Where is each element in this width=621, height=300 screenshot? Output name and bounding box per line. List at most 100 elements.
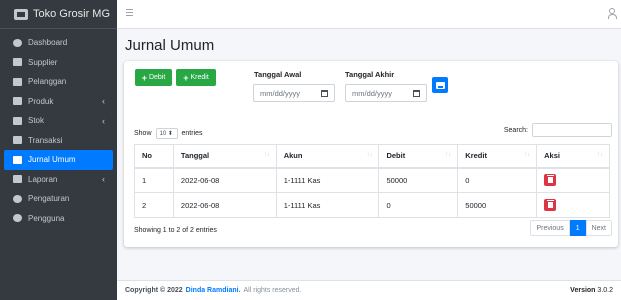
cell-kredit: 0 — [457, 167, 538, 193]
entries-value: 10 — [159, 130, 167, 137]
sidebar-item-label: Produk — [28, 96, 54, 106]
book-icon — [13, 155, 22, 164]
cell-debit: 50000 — [378, 167, 459, 193]
cog-icon — [13, 194, 22, 203]
journal-table: No Tanggal ↑↓ Akun ↑↓ Debit ↑↓ Kredit ↑↓ Aks… — [134, 144, 610, 218]
cell-aksi — [536, 192, 610, 218]
cell-debit: 0 — [378, 192, 459, 218]
delete-button[interactable] — [544, 174, 557, 187]
cell-tanggal: 2022-06-08 — [172, 192, 277, 218]
entries-label: entries — [181, 130, 203, 137]
add-kredit-button[interactable]: + Kredit — [176, 69, 216, 86]
sidebar-item-label: Pengaturan — [28, 194, 70, 204]
print-button[interactable] — [432, 77, 448, 93]
sidebar-nav: Dashboard Supplier Pelanggan Produk ‹ Sto… — [0, 29, 117, 228]
sidebar-item-pelanggan[interactable]: Pelanggan — [4, 72, 113, 92]
calendar-icon[interactable] — [413, 90, 420, 97]
cell-no: 2 — [134, 192, 174, 218]
table-info: Showing 1 to 2 of 2 entries — [134, 227, 217, 234]
user-icon[interactable] — [608, 8, 617, 19]
sidebar-item-supplier[interactable]: Supplier — [4, 53, 113, 73]
sidebar: Toko Grosir MG Dashboard Supplier Pelang… — [0, 0, 117, 300]
brand-link[interactable]: Toko Grosir MG — [0, 0, 117, 29]
users-icon — [13, 214, 22, 223]
plus-icon: + — [183, 72, 189, 83]
top-navbar — [117, 0, 621, 29]
search-label: Search: — [503, 126, 528, 134]
sort-icon: ↑↓ — [445, 152, 452, 158]
delete-button[interactable] — [544, 199, 557, 211]
file-icon — [13, 175, 22, 184]
sidebar-item-laporan[interactable]: Laporan ‹ — [4, 170, 113, 190]
add-debit-button[interactable]: + Debit — [135, 69, 172, 86]
footer-version-number: 3.0.2 — [597, 287, 613, 294]
address-card-icon — [13, 77, 22, 86]
sidebar-item-pengguna[interactable]: Pengguna — [4, 209, 113, 229]
pagination: Previous 1 Next — [530, 220, 612, 236]
sort-icon: ↑↓ — [597, 152, 603, 158]
bars-icon[interactable] — [126, 9, 133, 16]
pagination-page-1[interactable]: 1 — [569, 220, 586, 236]
end-date-input[interactable]: mm/dd/yyyy — [345, 84, 427, 102]
table-row: 2 2022-06-08 1-1111 Kas 0 50000 — [134, 192, 610, 218]
search-box: Search: — [504, 123, 612, 137]
tachometer-icon — [13, 38, 22, 47]
sidebar-item-stok[interactable]: Stok ‹ — [4, 111, 113, 131]
table-row: 1 2022-06-08 1-1111 Kas 50000 0 — [134, 167, 610, 193]
footer-copyright: Copyright © 2022 — [125, 287, 183, 294]
print-icon — [435, 81, 445, 89]
chevron-left-icon: ‹ — [102, 115, 105, 126]
sidebar-item-label: Dashboard — [28, 38, 68, 48]
column-header-debit[interactable]: Debit ↑↓ — [378, 144, 459, 169]
trash-icon — [546, 175, 554, 184]
box-icon — [13, 97, 22, 106]
sort-icon: ↑↓ — [366, 152, 373, 158]
start-date-placeholder: mm/dd/yyyy — [260, 88, 301, 98]
sidebar-item-pengaturan[interactable]: Pengaturan — [4, 189, 113, 209]
sidebar-item-dashboard[interactable]: Dashboard — [4, 33, 113, 53]
cell-tanggal: 2022-06-08 — [172, 167, 277, 193]
add-debit-label: Debit — [148, 74, 166, 81]
sidebar-item-label: Jurnal Umum — [28, 155, 76, 165]
store-logo-icon — [14, 8, 28, 20]
cell-aksi — [536, 167, 610, 193]
column-header-kredit[interactable]: Kredit ↑↓ — [457, 144, 538, 169]
column-header-aksi[interactable]: Aksi ↑↓ — [536, 144, 610, 169]
journal-card: + Debit + Kredit Tanggal Awal mm/dd/yyyy T… — [124, 61, 618, 247]
footer: Copyright © 2022 Dinda Ramdiani. All rig… — [117, 280, 621, 300]
footer-author-link[interactable]: Dinda Ramdiani. — [186, 287, 241, 294]
money-icon — [13, 136, 22, 145]
calendar-icon[interactable] — [321, 90, 328, 97]
column-header-akun[interactable]: Akun ↑↓ — [275, 144, 380, 169]
truck-icon — [13, 58, 22, 67]
sort-arrows-icon: ⬍ — [167, 131, 173, 137]
footer-version: Version 3.0.2 — [570, 287, 613, 294]
start-date-input[interactable]: mm/dd/yyyy — [253, 84, 335, 102]
add-kredit-label: Kredit — [190, 74, 209, 81]
sidebar-item-jurnal-umum[interactable]: Jurnal Umum — [4, 150, 113, 170]
cell-akun: 1-1111 Kas — [275, 192, 380, 218]
show-entries: Show 10 ⬍ entries — [134, 128, 203, 139]
chevron-left-icon: ‹ — [102, 96, 105, 107]
search-input[interactable] — [532, 123, 612, 137]
column-header-tanggal[interactable]: Tanggal ↑↓ — [172, 144, 277, 169]
cell-akun: 1-1111 Kas — [275, 167, 380, 193]
pagination-previous[interactable]: Previous — [530, 220, 570, 236]
end-date-placeholder: mm/dd/yyyy — [352, 88, 393, 98]
page-title: Jurnal Umum — [125, 37, 215, 54]
sidebar-item-transaksi[interactable]: Transaksi — [4, 131, 113, 151]
end-date-label: Tanggal Akhir — [345, 70, 395, 79]
pagination-next[interactable]: Next — [585, 220, 612, 236]
entries-select[interactable]: 10 ⬍ — [155, 128, 178, 139]
show-label: Show — [134, 130, 152, 137]
sidebar-item-label: Supplier — [28, 57, 58, 67]
footer-version-label: Version — [570, 287, 596, 294]
column-header-no[interactable]: No — [134, 144, 174, 169]
brand-name: Toko Grosir MG — [33, 8, 111, 20]
sidebar-item-label: Transaksi — [28, 135, 63, 145]
sidebar-item-produk[interactable]: Produk ‹ — [4, 92, 113, 112]
sidebar-item-label: Stok — [28, 116, 45, 126]
warehouse-icon — [13, 116, 22, 125]
sort-icon: ↑↓ — [263, 152, 270, 158]
footer-rights: All rights reserved. — [243, 287, 302, 294]
